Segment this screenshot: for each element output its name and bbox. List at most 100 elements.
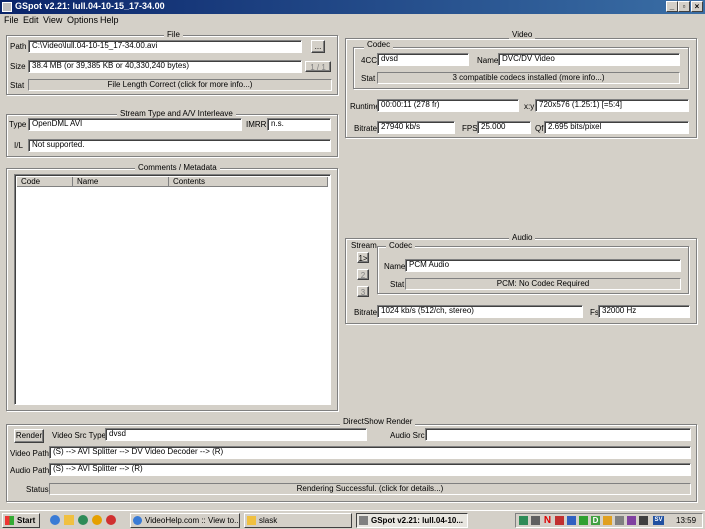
audio-src-field: [425, 428, 691, 441]
path-field[interactable]: C:\Video\lull.04-10-15_17-34.00.avi: [28, 40, 302, 53]
menu-edit[interactable]: Edit: [23, 15, 39, 25]
tray-network-icon[interactable]: [519, 516, 528, 525]
xy-label: x:y: [524, 102, 535, 111]
il-label: I/L: [14, 141, 23, 150]
audio-codec-title: Codec: [386, 241, 416, 250]
stream-2-button[interactable]: 2: [357, 269, 369, 280]
start-label: Start: [17, 516, 36, 525]
tray-dark-icon[interactable]: [639, 516, 648, 525]
tray-n-icon[interactable]: N: [543, 516, 552, 526]
audio-path-label: Audio Path: [10, 466, 50, 475]
render-status-label: Status: [26, 485, 49, 494]
clock[interactable]: 13:59: [676, 516, 696, 526]
file-nav-button[interactable]: 1 / 1: [305, 61, 331, 72]
minimize-button[interactable]: _: [666, 1, 678, 12]
stream-type-field: OpenDML AVI: [28, 118, 242, 131]
tray-sv-icon[interactable]: SV: [653, 516, 664, 525]
fps-label: FPS: [462, 124, 478, 133]
fps-field: 25.000: [477, 121, 531, 134]
imrr-label: IMRR: [246, 120, 267, 129]
close-button[interactable]: ×: [691, 1, 703, 12]
stream-3-button[interactable]: 3: [357, 286, 369, 297]
video-group-title: Video: [509, 30, 536, 39]
qf-field: 2.695 bits/pixel: [544, 121, 689, 134]
fourcc-field: dvsd: [377, 53, 469, 66]
render-button[interactable]: Render: [14, 429, 44, 443]
task-slask[interactable]: slask: [244, 513, 352, 528]
render-group-title: DirectShow Render: [340, 417, 416, 426]
video-stat-label: Stat: [361, 74, 376, 83]
video-src-type-field: dvsd: [105, 428, 367, 441]
start-button[interactable]: Start: [2, 513, 40, 528]
column-code[interactable]: Code: [17, 177, 73, 187]
taskbar: Start VideoHelp.com :: View to... slask …: [0, 510, 705, 529]
video-stat-field[interactable]: 3 compatible codecs installed (more info…: [377, 72, 680, 84]
internet-explorer-icon[interactable]: [50, 515, 60, 525]
quick-launch-icon-2[interactable]: [106, 515, 116, 525]
stream-type-label: Type: [9, 120, 27, 129]
stream-label: Stream: [351, 241, 377, 250]
app-icon[interactable]: [2, 2, 12, 12]
stream-type-title: Stream Type and A/V Interleave: [117, 109, 236, 118]
tray-red-icon[interactable]: [555, 516, 564, 525]
tray-blue-icon[interactable]: [567, 516, 576, 525]
menu-help[interactable]: Help: [100, 15, 119, 25]
browse-button[interactable]: ...: [311, 40, 325, 53]
audio-path-field: (S) --> AVI Splitter --> (R): [49, 463, 691, 476]
file-stat-field[interactable]: File Length Correct (click for more info…: [28, 79, 332, 91]
window-title: GSpot v2.21: lull.04-10-15_17-34.00: [15, 1, 165, 11]
task-slask-label: slask: [259, 516, 278, 525]
audio-name-field: PCM Audio: [405, 259, 681, 272]
tray-green-icon[interactable]: [579, 516, 588, 525]
fs-field: 32000 Hz: [598, 305, 690, 318]
column-contents[interactable]: Contents: [169, 177, 328, 187]
menu-view[interactable]: View: [43, 15, 62, 25]
video-src-type-label: Video Src Type: [52, 431, 106, 440]
file-stat-label: Stat: [10, 81, 25, 90]
il-field: Not supported.: [28, 139, 331, 152]
fourcc-label: 4CC: [361, 56, 378, 65]
quick-launch-icon[interactable]: [92, 515, 102, 525]
windows-logo-icon: [5, 516, 14, 525]
render-status-field[interactable]: Rendering Successful. (click for details…: [49, 483, 691, 495]
task-videohelp-label: VideoHelp.com :: View to...: [145, 516, 240, 525]
system-tray: N D SV 13:59: [515, 513, 703, 528]
task-gspot[interactable]: GSpot v2.21: lull.04-10...: [356, 513, 468, 528]
video-codec-title: Codec: [364, 40, 394, 49]
audio-stat-field[interactable]: PCM: No Codec Required: [405, 278, 681, 290]
video-name-field: DVC/DV Video: [498, 53, 680, 66]
gspot-icon: [359, 516, 368, 525]
audio-name-label: Name: [384, 262, 406, 271]
task-videohelp[interactable]: VideoHelp.com :: View to...: [130, 513, 240, 528]
video-path-label: Video Path: [10, 449, 49, 458]
tray-yellow-icon[interactable]: [603, 516, 612, 525]
desktop-icon[interactable]: [64, 515, 74, 525]
menu-file[interactable]: File: [4, 15, 19, 25]
video-bitrate-field: 27940 kb/s: [377, 121, 455, 134]
audio-src-label: Audio Src: [390, 431, 425, 440]
size-label: Size: [10, 62, 26, 71]
title-bar[interactable]: GSpot v2.21: lull.04-10-15_17-34.00 _ ▫ …: [0, 0, 705, 14]
column-name[interactable]: Name: [73, 177, 169, 187]
stream-1-button[interactable]: 1>: [357, 252, 369, 263]
media-player-icon[interactable]: [78, 515, 88, 525]
video-path-field: (S) --> AVI Splitter --> DV Video Decode…: [49, 446, 691, 459]
tray-monitor-icon[interactable]: [531, 516, 540, 525]
task-gspot-label: GSpot v2.21: lull.04-10...: [371, 516, 464, 525]
audio-stat-label: Stat: [390, 280, 405, 289]
menu-options[interactable]: Options: [67, 15, 98, 25]
comments-list[interactable]: Code Name Contents: [14, 174, 331, 405]
tray-grey-icon[interactable]: [615, 516, 624, 525]
tray-purple-icon[interactable]: [627, 516, 636, 525]
imrr-field: n.s.: [267, 118, 331, 131]
runtime-label: Runtime: [350, 102, 380, 111]
audio-bitrate-label: Bitrate: [354, 308, 378, 317]
audio-bitrate-field: 1024 kb/s (512/ch, stereo): [377, 305, 583, 318]
menu-bar: File Edit View Options Help: [0, 14, 705, 27]
tray-d-icon[interactable]: D: [591, 516, 600, 525]
audio-group-title: Audio: [509, 233, 536, 242]
video-name-label: Name: [477, 56, 499, 65]
restore-button[interactable]: ▫: [678, 1, 690, 12]
path-label: Path: [10, 42, 27, 51]
size-field: 38.4 MB (or 39,385 KB or 40,330,240 byte…: [28, 60, 302, 73]
